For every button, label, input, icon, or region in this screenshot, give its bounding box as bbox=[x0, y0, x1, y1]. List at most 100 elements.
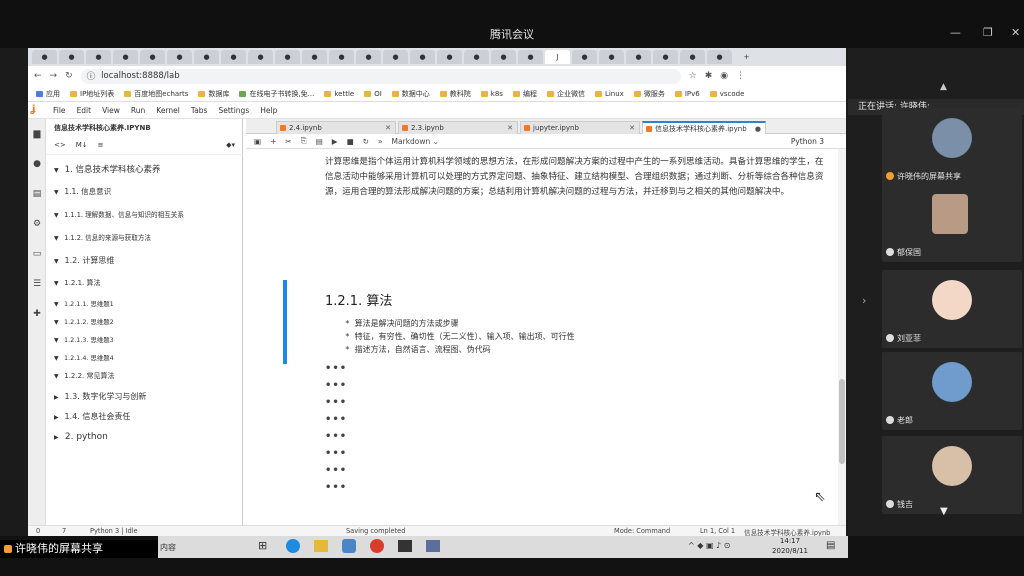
cut-icon[interactable]: ✂ bbox=[285, 137, 291, 146]
bookmark-item[interactable]: 数据中心 bbox=[391, 89, 430, 99]
browser-tab[interactable]: ● bbox=[32, 50, 57, 64]
folder-icon[interactable]: ▆ bbox=[32, 129, 42, 139]
menu-file[interactable]: File bbox=[53, 106, 66, 115]
copy-icon[interactable]: ⎘ bbox=[301, 136, 307, 146]
toc-item[interactable]: ▼ 1.2.1.1. 思维题1 bbox=[46, 299, 243, 308]
toc-markdown-toggle[interactable]: M↓ bbox=[76, 141, 88, 154]
close-icon[interactable]: ✕ bbox=[1011, 26, 1020, 39]
cell-type-select[interactable]: Markdown ⌄ bbox=[392, 137, 439, 146]
running-icon[interactable]: ● bbox=[32, 159, 42, 169]
bookmark-item[interactable]: IPv6 bbox=[674, 90, 700, 98]
menu-edit[interactable]: Edit bbox=[77, 106, 92, 115]
menu-tabs[interactable]: Tabs bbox=[191, 106, 208, 115]
collapsed-cell-marker[interactable]: ••• bbox=[325, 448, 347, 459]
toc-icon[interactable]: ☰ bbox=[32, 279, 42, 289]
profile-icon[interactable]: ◉ bbox=[720, 71, 728, 81]
browser-tab[interactable]: ● bbox=[707, 50, 732, 64]
status-kernel-state[interactable]: Python 3 | Idle bbox=[90, 527, 138, 535]
browser-tab[interactable]: ● bbox=[653, 50, 678, 64]
restore-icon[interactable]: ❐ bbox=[983, 26, 993, 39]
participant-tile[interactable]: 钱吉 bbox=[882, 436, 1022, 514]
scrollbar-thumb[interactable] bbox=[839, 379, 845, 464]
add-cell-icon[interactable]: + bbox=[270, 137, 276, 146]
run-icon[interactable]: ▶ bbox=[332, 137, 338, 146]
browser-tab[interactable]: ● bbox=[599, 50, 624, 64]
kernel-name[interactable]: Python 3 bbox=[791, 137, 824, 146]
browser-tab[interactable]: ● bbox=[275, 50, 300, 64]
browser-tab[interactable]: ● bbox=[383, 50, 408, 64]
toc-item[interactable]: ▼ 1.1.1. 理解数据、信息与知识的相互关系 bbox=[46, 209, 243, 219]
bookmark-item[interactable]: kettle bbox=[324, 90, 354, 98]
extensions-icon[interactable]: ✚ bbox=[32, 309, 42, 319]
toc-item[interactable]: ▼ 1.2. 计算思维 bbox=[46, 255, 243, 266]
bookmark-item[interactable]: 教科院 bbox=[439, 89, 471, 99]
stop-icon[interactable]: ■ bbox=[347, 137, 354, 146]
restart-icon[interactable]: ↻ bbox=[363, 137, 369, 146]
collapsed-cell-marker[interactable]: ••• bbox=[325, 414, 347, 425]
scroll-down-icon[interactable]: ▼ bbox=[940, 506, 948, 517]
toc-item[interactable]: ▼ 1.2.2. 常见算法 bbox=[46, 371, 243, 381]
collapsed-cell-marker[interactable]: ••• bbox=[325, 465, 347, 476]
browser-tab[interactable]: ● bbox=[680, 50, 705, 64]
browser-tab[interactable]: ● bbox=[437, 50, 462, 64]
browser-tab[interactable]: ● bbox=[194, 50, 219, 64]
collapsed-cell-marker[interactable]: ••• bbox=[325, 431, 347, 442]
toc-numbering-toggle[interactable]: ≡ bbox=[98, 141, 104, 154]
open-tabs-icon[interactable]: ▭ bbox=[32, 249, 42, 259]
toc-item[interactable]: ▼ 1.2.1. 算法 bbox=[46, 278, 243, 288]
toc-code-toggle[interactable]: <> bbox=[54, 141, 66, 154]
browser-tab[interactable]: ● bbox=[86, 50, 111, 64]
commands-icon[interactable]: ▤ bbox=[32, 189, 42, 199]
fast-forward-icon[interactable]: » bbox=[378, 137, 383, 146]
browser-tab[interactable]: ● bbox=[518, 50, 543, 64]
toc-item[interactable]: ▶ 1.3. 数字化学习与创新 bbox=[46, 391, 243, 402]
collapsed-cell-marker[interactable]: ••• bbox=[325, 363, 347, 374]
menu-help[interactable]: Help bbox=[260, 106, 277, 115]
menu-kernel[interactable]: Kernel bbox=[156, 106, 180, 115]
edge-icon[interactable] bbox=[286, 539, 300, 553]
collapse-panel-icon[interactable]: › bbox=[862, 294, 866, 307]
bookmark-item[interactable]: k8s bbox=[480, 90, 503, 98]
toc-item[interactable]: ▼ 1.2.1.3. 思维题3 bbox=[46, 335, 243, 344]
menu-icon[interactable]: ⋮ bbox=[736, 71, 745, 81]
notebook-tab-active[interactable]: 信息技术学科核心素养.ipynb ● bbox=[642, 121, 766, 134]
paste-icon[interactable]: ▤ bbox=[316, 137, 323, 146]
participant-tile[interactable]: 刘亚菲 bbox=[882, 270, 1022, 348]
collapsed-cell-marker[interactable]: ••• bbox=[325, 482, 347, 493]
task-view-icon[interactable]: ⊞ bbox=[258, 539, 267, 552]
browser-tab[interactable]: ● bbox=[626, 50, 651, 64]
file-explorer-icon[interactable] bbox=[314, 540, 328, 552]
participant-tile[interactable]: 许晓伟的屏幕共享 bbox=[882, 108, 1022, 186]
terminal-icon[interactable] bbox=[398, 540, 412, 552]
browser-tab[interactable]: ● bbox=[464, 50, 489, 64]
save-icon[interactable]: ▣ bbox=[254, 137, 261, 146]
toc-item[interactable]: ▼ 1.1. 信息意识 bbox=[46, 186, 243, 197]
browser-tab[interactable]: ● bbox=[572, 50, 597, 64]
toc-item[interactable]: ▶ 2. python bbox=[46, 432, 243, 442]
back-icon[interactable]: ← bbox=[34, 71, 42, 81]
bookmark-item[interactable]: 数据库 bbox=[198, 89, 229, 99]
minimize-icon[interactable]: — bbox=[950, 26, 961, 39]
notebook-tab[interactable]: 2.3.ipynb ✕ bbox=[398, 121, 518, 134]
bookmark-item[interactable]: OI bbox=[364, 90, 382, 98]
tag-icon[interactable]: ◆▾ bbox=[226, 141, 235, 154]
browser-tab-active[interactable]: J bbox=[545, 50, 570, 64]
meeting-app-icon[interactable] bbox=[342, 539, 356, 553]
browser-tab[interactable]: ● bbox=[356, 50, 381, 64]
bookmark-item[interactable]: 编程 bbox=[512, 89, 537, 99]
menu-run[interactable]: Run bbox=[131, 106, 145, 115]
toc-item[interactable]: ▼ 1.2.1.2. 思维题2 bbox=[46, 317, 243, 326]
taskbar-search-text[interactable]: 内容 bbox=[160, 542, 176, 553]
toc-item[interactable]: ▼ 1.1.2. 信息的来源与获取方法 bbox=[46, 232, 243, 242]
browser-tab[interactable]: ● bbox=[302, 50, 327, 64]
notebook-tab[interactable]: jupyter.ipynb ✕ bbox=[520, 121, 640, 134]
bookmark-item[interactable]: 企业微信 bbox=[546, 89, 585, 99]
participant-tile[interactable]: 郁保国 bbox=[882, 184, 1022, 262]
url-field[interactable]: ⓘ localhost:8888/lab bbox=[80, 68, 681, 84]
browser-tab[interactable]: ● bbox=[140, 50, 165, 64]
browser-tab[interactable]: ● bbox=[221, 50, 246, 64]
bookmark-item[interactable]: 应用 bbox=[36, 89, 60, 99]
notebook-scrollbar[interactable] bbox=[838, 149, 846, 525]
menu-view[interactable]: View bbox=[102, 106, 120, 115]
status-cursor[interactable]: Ln 1, Col 1 bbox=[700, 527, 735, 535]
